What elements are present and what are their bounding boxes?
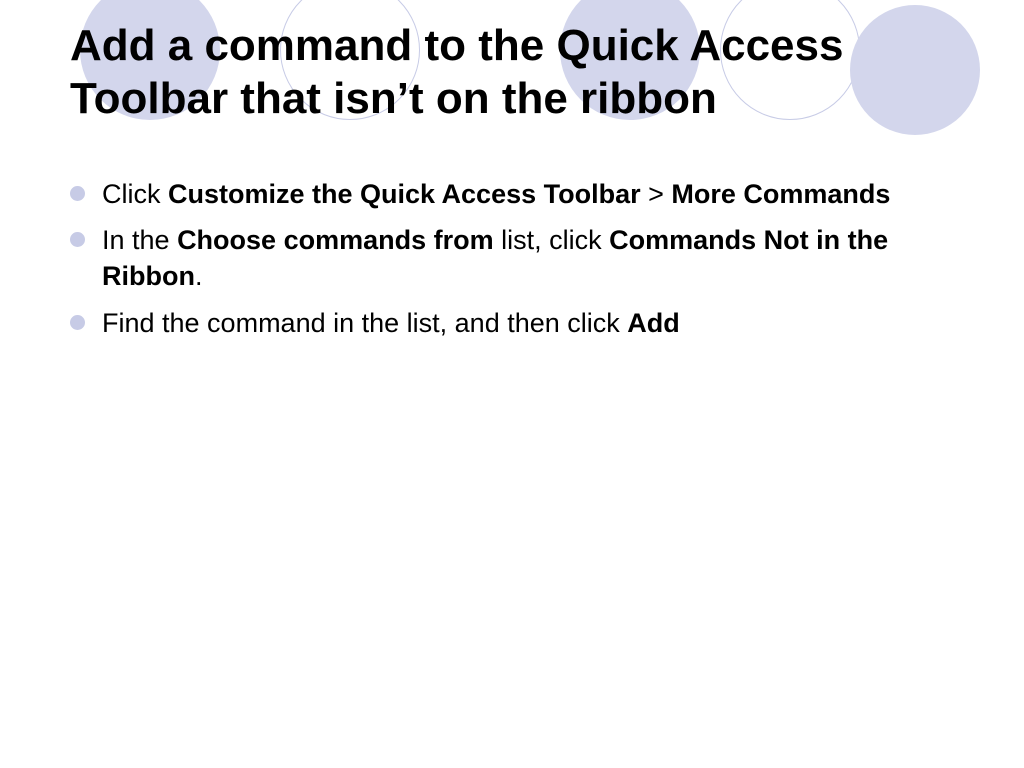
step-text-bold: Add [627, 308, 679, 338]
step-text: In the [102, 225, 177, 255]
step-text-bold: Customize the Quick Access Toolbar [168, 179, 641, 209]
slide-title: Add a command to the Quick Access Toolba… [70, 20, 954, 126]
step-text: Find the command in the list, and then c… [102, 308, 627, 338]
steps-list: Click Customize the Quick Access Toolbar… [70, 176, 954, 342]
step-item: Click Customize the Quick Access Toolbar… [70, 176, 954, 212]
step-item: Find the command in the list, and then c… [70, 305, 954, 341]
step-text: Click [102, 179, 168, 209]
slide-content: Add a command to the Quick Access Toolba… [0, 0, 1024, 341]
step-text: > [641, 179, 672, 209]
step-item: In the Choose commands from list, click … [70, 222, 954, 295]
step-text: list, click [494, 225, 610, 255]
step-text: . [195, 261, 203, 291]
step-text-bold: Choose commands from [177, 225, 494, 255]
step-text-bold: More Commands [671, 179, 890, 209]
